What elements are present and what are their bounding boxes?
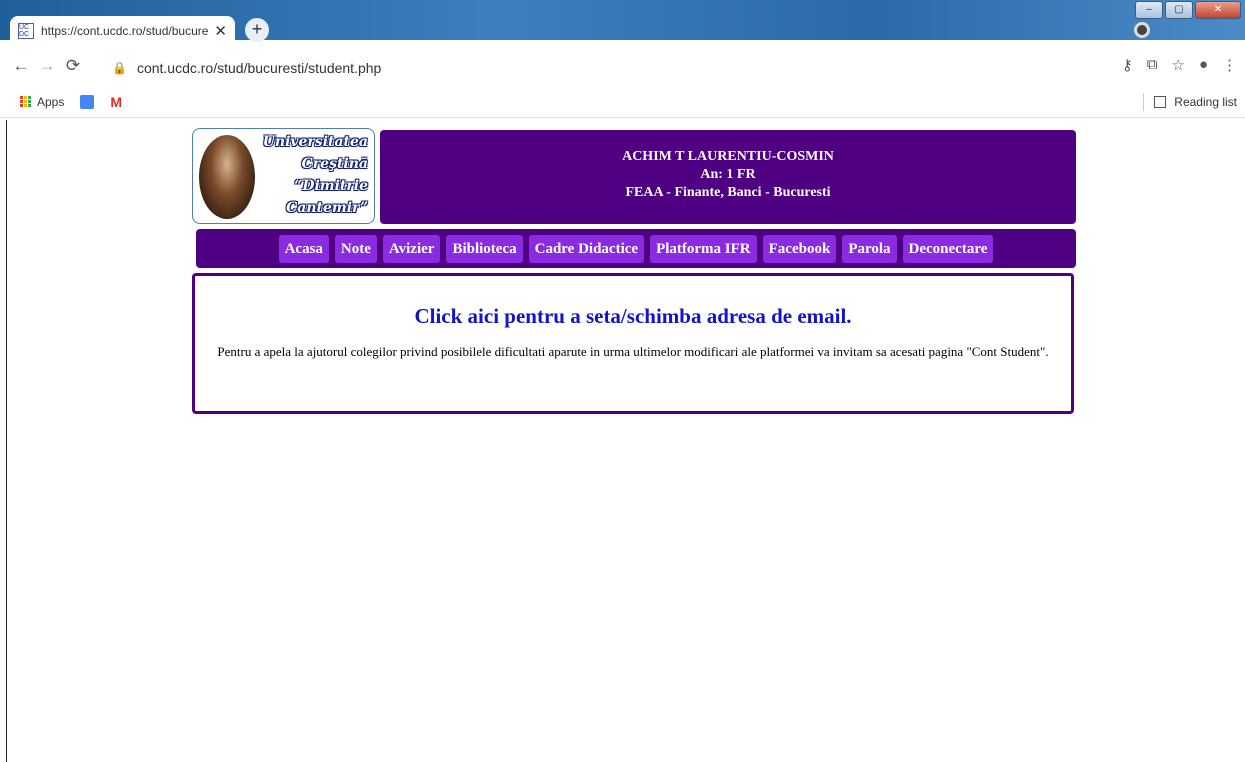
set-email-link[interactable]: Click aici pentru a seta/schimba adresa … [195, 304, 1071, 329]
apps-grid-icon [20, 96, 31, 107]
new-tab-button[interactable]: + [245, 18, 269, 42]
bookmarks-bar: Apps M Reading list [0, 86, 1245, 118]
apps-label: Apps [37, 94, 65, 109]
minimize-button[interactable]: – [1135, 1, 1163, 19]
student-faculty: FEAA - Finante, Banci - Bucuresti [625, 185, 831, 200]
logo-text: Universitatea Creştină “Dimitrie Cantemi… [257, 131, 368, 219]
reading-list-icon [1154, 96, 1167, 108]
reload-icon[interactable]: ⟳ [60, 56, 86, 76]
translate-icon[interactable]: ⧉ [1147, 56, 1158, 74]
student-year: An: 1 FR [700, 167, 756, 182]
gmail-icon[interactable]: M [110, 94, 122, 110]
nav-cadre-didactice[interactable]: Cadre Didactice [528, 234, 645, 263]
bookmark-star-icon[interactable]: ☆ [1171, 56, 1184, 74]
main-nav: Acasa Note Avizier Biblioteca Cadre Dida… [196, 229, 1076, 268]
nav-platforma-ifr[interactable]: Platforma IFR [650, 234, 757, 263]
reading-list-button[interactable]: Reading list [1143, 93, 1237, 111]
menu-kebab-icon[interactable]: ⋮ [1222, 56, 1237, 74]
maximize-button[interactable]: ▢ [1165, 1, 1193, 19]
logo-line: “Dimitrie [294, 178, 368, 194]
forward-arrow-icon[interactable]: → [34, 56, 60, 76]
nav-note[interactable]: Note [334, 234, 377, 263]
browser-toolbar: ← → ⟳ 🔒 cont.ucdc.ro/stud/bucuresti/stud… [0, 46, 1245, 86]
key-icon[interactable]: ⚷ [1122, 56, 1133, 74]
nav-biblioteca[interactable]: Biblioteca [446, 234, 523, 263]
browser-titlebar: UC DC https://cont.ucdc.ro/stud/bucure ✕… [0, 0, 1245, 46]
logo-line: Universitatea [262, 134, 368, 150]
student-name: ACHIM T LAURENTIU-COSMIN [622, 149, 834, 164]
cantemir-portrait-icon [199, 135, 255, 219]
address-text: cont.ucdc.ro/stud/bucuresti/student.php [136, 60, 382, 76]
tab-close-icon[interactable]: ✕ [214, 22, 227, 40]
ucdc-favicon-icon: UC DC [18, 23, 34, 39]
google-translate-icon[interactable] [80, 94, 95, 109]
nav-avizier[interactable]: Avizier [382, 234, 441, 263]
extension-icon[interactable] [1134, 22, 1150, 38]
divider [1143, 93, 1145, 111]
logo-line: Creştină [301, 156, 368, 172]
window-controls: – ▢ ✕ [1135, 1, 1241, 19]
page-border [6, 120, 7, 762]
lock-icon: 🔒 [112, 61, 127, 75]
window-close-button[interactable]: ✕ [1195, 1, 1241, 19]
nav-acasa[interactable]: Acasa [278, 234, 329, 263]
profile-icon[interactable]: ● [1199, 56, 1208, 74]
page-header: Universitatea Creştină “Dimitrie Cantemi… [192, 128, 1076, 224]
tab-title: https://cont.ucdc.ro/stud/bucure [41, 24, 209, 38]
logo-line: Cantemir” [286, 200, 368, 216]
help-text: Pentru a apela la ajutorul colegilor pri… [217, 344, 1049, 359]
back-arrow-icon[interactable]: ← [8, 56, 34, 76]
student-info: ACHIM T LAURENTIU-COSMIN An: 1 FR FEAA -… [380, 130, 1076, 224]
university-logo: Universitatea Creştină “Dimitrie Cantemi… [192, 128, 375, 224]
nav-deconectare[interactable]: Deconectare [902, 234, 994, 263]
nav-facebook[interactable]: Facebook [762, 234, 837, 263]
address-bar[interactable]: 🔒 cont.ucdc.ro/stud/bucuresti/student.ph… [112, 54, 1077, 82]
content-panel: Click aici pentru a seta/schimba adresa … [192, 273, 1074, 414]
reading-list-label: Reading list [1174, 95, 1237, 109]
browser-tab[interactable]: UC DC https://cont.ucdc.ro/stud/bucure ✕ [10, 16, 235, 46]
apps-bookmark[interactable]: Apps [20, 95, 64, 109]
nav-parola[interactable]: Parola [842, 234, 897, 263]
toolbar-actions: ⚷ ⧉ ☆ ● ⋮ [1122, 56, 1237, 74]
